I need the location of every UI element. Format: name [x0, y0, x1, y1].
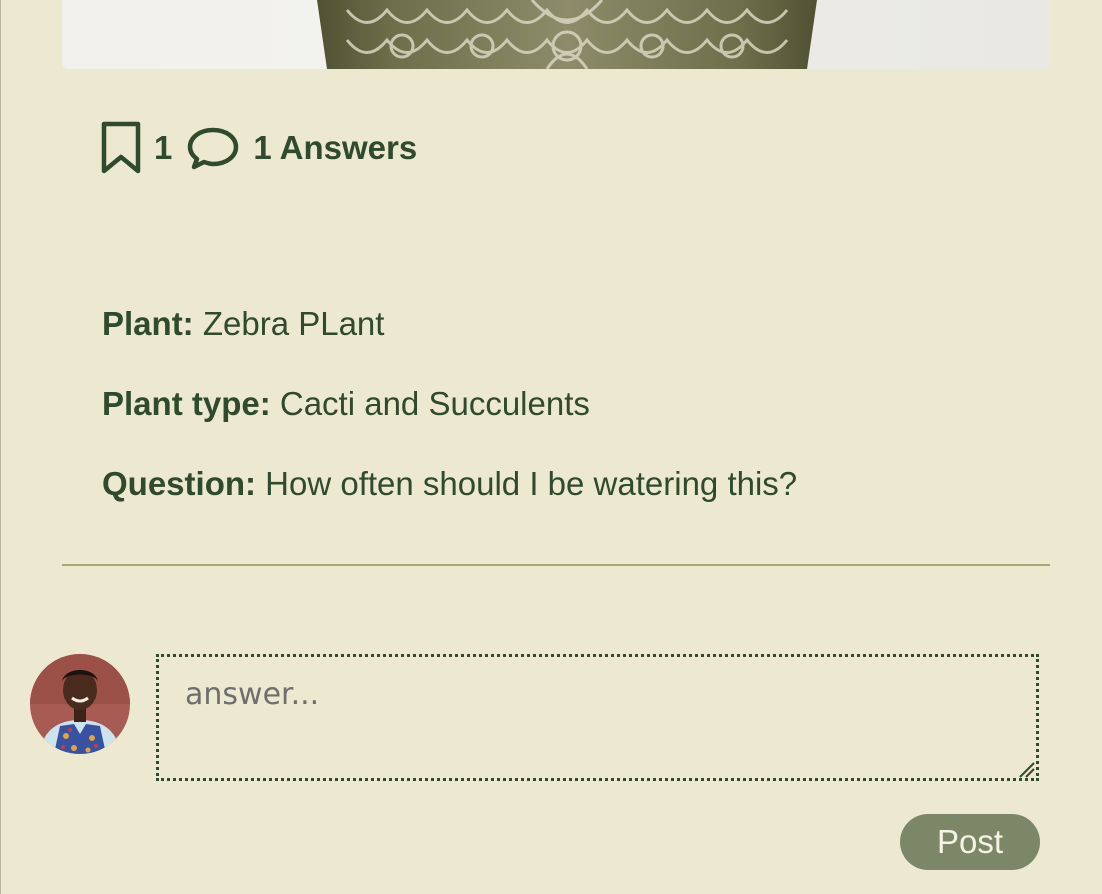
user-avatar — [30, 654, 130, 754]
answer-input[interactable] — [156, 654, 1039, 781]
plant-type-label: Plant type: — [102, 385, 271, 422]
question-page: 1 1 Answers Plant: Zebra PLant Plant typ… — [0, 0, 1102, 894]
question-row: Question: How often should I be watering… — [102, 444, 797, 524]
post-stats: 1 1 Answers — [101, 120, 417, 176]
question-value: How often should I be watering this? — [265, 465, 798, 502]
bookmark-count: 1 — [154, 129, 173, 166]
question-label: Question: — [102, 465, 256, 502]
plant-image — [62, 0, 1050, 69]
comment-icon[interactable] — [186, 126, 240, 170]
question-details: Plant: Zebra PLant Plant type: Cacti and… — [102, 284, 797, 524]
plant-type-value: Cacti and Succulents — [279, 385, 590, 422]
bookmark-icon[interactable] — [101, 121, 141, 175]
plant-label: Plant: — [102, 305, 194, 342]
plant-row: Plant: Zebra PLant — [102, 284, 797, 364]
plant-value: Zebra PLant — [202, 305, 385, 342]
ceramic-planter-image — [317, 0, 817, 69]
answers-count[interactable]: 1 Answers — [253, 129, 417, 167]
resize-grip-icon[interactable] — [1017, 760, 1037, 780]
section-divider — [62, 564, 1050, 566]
plant-type-row: Plant type: Cacti and Succulents — [102, 364, 797, 444]
post-button[interactable]: Post — [900, 814, 1040, 870]
